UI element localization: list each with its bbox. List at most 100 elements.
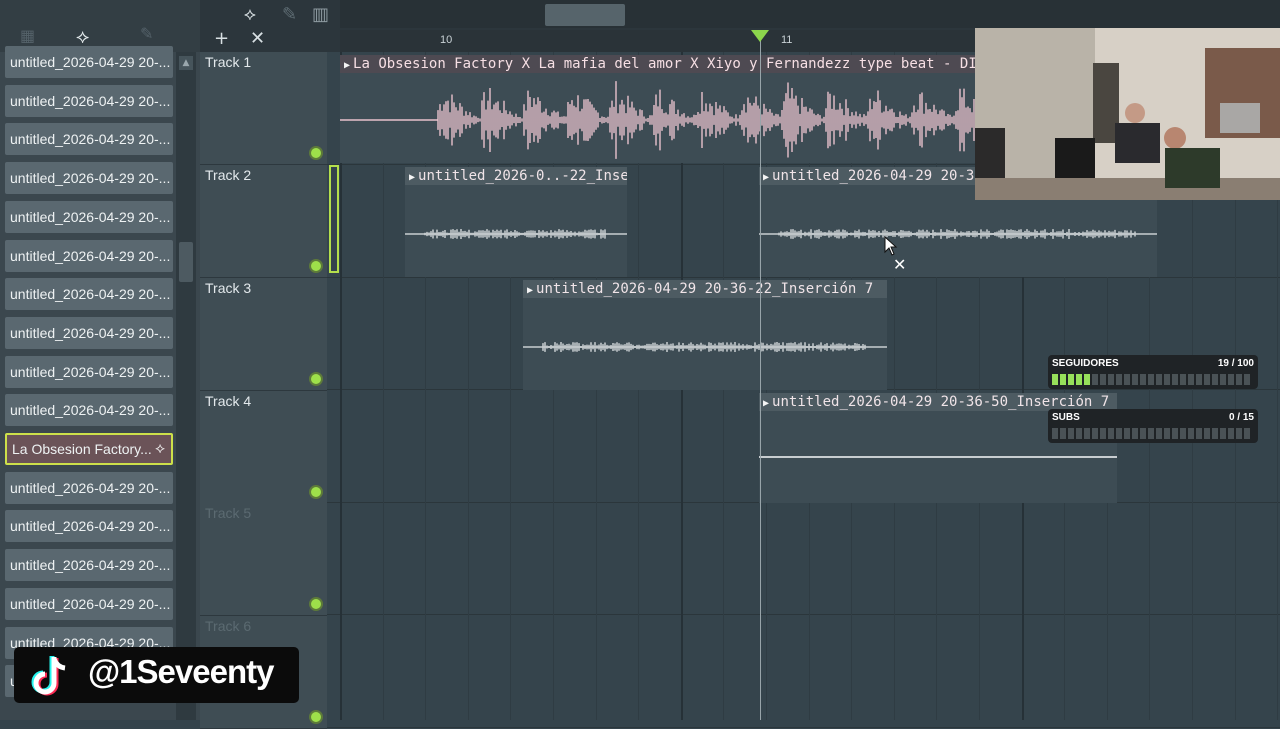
picker-item[interactable]: untitled_2026-04-29 20-...: [5, 278, 173, 311]
track-name: Track 6: [205, 618, 252, 634]
picker-item[interactable]: untitled_2026-04-29 20-...: [5, 123, 173, 156]
meter-segment: [1172, 428, 1178, 439]
picker-item-label: untitled_2026-04-29 20-...: [10, 92, 171, 109]
playhead-marker-icon[interactable]: [751, 30, 769, 42]
picker-item-label: untitled_2026-04-29 20-...: [10, 54, 171, 70]
webcam-feed: [975, 28, 1280, 200]
playlist-overview[interactable]: [340, 0, 1280, 28]
meter-segment: [1188, 428, 1194, 439]
picker-item-label: untitled_2026-04-29 20-...: [10, 518, 171, 535]
picker-tool-icon[interactable]: ▦: [20, 26, 35, 45]
track-lane[interactable]: [327, 615, 1280, 728]
meter-segment: [1164, 374, 1170, 385]
picker-item[interactable]: untitled_2026-04-29 20-...: [5, 46, 173, 78]
waveform-icon[interactable]: ⟡: [76, 24, 89, 48]
meter-segment: [1180, 428, 1186, 439]
meter-segment: [1100, 428, 1106, 439]
delete-cursor-icon: ✕: [893, 255, 907, 274]
meter-segment: [1236, 374, 1242, 385]
track-header-2[interactable]: Track 2: [200, 165, 339, 278]
close-icon[interactable]: ✕: [250, 28, 265, 49]
meter-segment: [1220, 428, 1226, 439]
meter-segment: [1220, 374, 1226, 385]
overview-window[interactable]: [545, 4, 625, 26]
track-lane[interactable]: [327, 502, 1280, 616]
playback-position-line: [760, 30, 761, 720]
meter-segment: [1116, 374, 1122, 385]
scroll-up-icon[interactable]: ▲: [179, 56, 193, 70]
clip-header[interactable]: ▶ La Obsesion Factory X La mafia del amor…: [340, 55, 980, 73]
clip-header[interactable]: ▶untitled_2026-0..-22_Inserción 7: [405, 167, 627, 185]
picker-item-label: untitled_2026-04-29 20-...: [10, 170, 171, 187]
plus-icon[interactable]: +: [214, 28, 229, 49]
track-mute-led[interactable]: [309, 372, 323, 386]
audio-clip[interactable]: ▶ untitled_2026-04-29 20-36-22_Inserción …: [523, 280, 887, 390]
meter-segment: [1196, 374, 1202, 385]
track-mute-led[interactable]: [309, 710, 323, 724]
meter-segment: [1076, 428, 1082, 439]
pencil-icon[interactable]: ✎: [282, 4, 297, 25]
track-header-4[interactable]: Track 4: [200, 391, 327, 504]
meter-segment: [1212, 428, 1218, 439]
clip-menu-icon[interactable]: ▶: [763, 398, 769, 409]
clip-title: untitled_2026-04-29 20-36-: [772, 168, 992, 184]
track-mute-led[interactable]: [309, 146, 323, 160]
meter-segment: [1148, 428, 1154, 439]
picker-item[interactable]: untitled_2026-04-29 20-...: [5, 587, 173, 620]
track-header-5[interactable]: Track 5: [200, 503, 327, 616]
track-mute-led[interactable]: [309, 259, 323, 273]
picker-scrollbar[interactable]: ▲: [176, 52, 196, 720]
audio-clip[interactable]: ▶untitled_2026-0..-22_Inserción 7: [405, 167, 627, 277]
clip-menu-icon[interactable]: ▶: [527, 285, 533, 296]
followers-goal-meter: SEGUIDORES 19 / 100: [1048, 355, 1258, 389]
clip-title: untitled_2026-04-29 20-36-50_Inserción 7: [772, 394, 1110, 410]
picker-item[interactable]: untitled_2026-04-29 20-...: [5, 510, 173, 543]
track-header-3[interactable]: Track 3: [200, 278, 327, 391]
meter-segment: [1188, 374, 1194, 385]
waveform-tool-icon[interactable]: ⟡: [244, 4, 256, 25]
track-header-1[interactable]: Track 1: [200, 52, 327, 165]
audio-clip[interactable]: ▶ La Obsesion Factory X La mafia del amor…: [340, 55, 980, 163]
meter-segment: [1068, 374, 1074, 385]
clip-title: La Obsesion Factory X La mafia del amor …: [353, 56, 980, 72]
ruler-bar-11: 11: [781, 34, 793, 46]
clip-menu-icon[interactable]: ▶: [409, 172, 415, 183]
meter-segment: [1204, 428, 1210, 439]
clip-header[interactable]: ▶ untitled_2026-04-29 20-36-22_Inserción …: [523, 280, 887, 298]
meter-segment: [1124, 374, 1130, 385]
clip-menu-icon[interactable]: ▶: [763, 172, 769, 183]
picker-item[interactable]: untitled_2026-04-29 20-...: [5, 394, 173, 427]
meter-segment: [1236, 428, 1242, 439]
picker-item-label: untitled_2026-04-29 20-...: [10, 402, 171, 419]
picker-item[interactable]: untitled_2026-04-29 20-...: [5, 239, 173, 272]
picker-item[interactable]: untitled_2026-04-29 20-...: [5, 162, 173, 195]
scroll-thumb[interactable]: [179, 242, 193, 282]
meter-segment: [1228, 428, 1234, 439]
picker-item[interactable]: untitled_2026-04-29 20-...: [5, 471, 173, 504]
clip-menu-icon[interactable]: ▶: [344, 60, 350, 71]
track-name: Track 1: [205, 54, 252, 70]
meter-segment: [1100, 374, 1106, 385]
meter-segment: [1132, 374, 1138, 385]
picker-item-label: untitled_2026-04-29 20-...: [10, 286, 171, 303]
mouse-cursor-icon: [884, 236, 898, 256]
track-name: Track 2: [205, 167, 252, 183]
meter-segment: [1108, 374, 1114, 385]
picker-item[interactable]: untitled_2026-04-29 20-...: [5, 316, 173, 349]
track-mute-led[interactable]: [309, 485, 323, 499]
picker-item-label: untitled_2026-04-29 20-...: [10, 208, 171, 225]
picker-item[interactable]: untitled_2026-04-29 20-...: [5, 355, 173, 388]
picker-item[interactable]: La Obsesion Factory... ⟡: [5, 433, 173, 465]
picker-item[interactable]: untitled_2026-04-29 20-...: [5, 549, 173, 582]
meter-segment: [1060, 428, 1066, 439]
picker-item[interactable]: untitled_2026-04-29 20-...: [5, 200, 173, 233]
track-mute-led[interactable]: [309, 597, 323, 611]
meter-segment: [1052, 374, 1058, 385]
pencil-icon[interactable]: ✎: [140, 24, 153, 43]
meter-segment: [1164, 428, 1170, 439]
piano-icon[interactable]: ▥: [312, 4, 329, 25]
tiktok-handle-banner: @1Seveenty: [14, 647, 299, 703]
clip-waveform: [340, 81, 979, 159]
picker-item[interactable]: untitled_2026-04-29 20-...: [5, 84, 173, 117]
meter-segment: [1156, 374, 1162, 385]
